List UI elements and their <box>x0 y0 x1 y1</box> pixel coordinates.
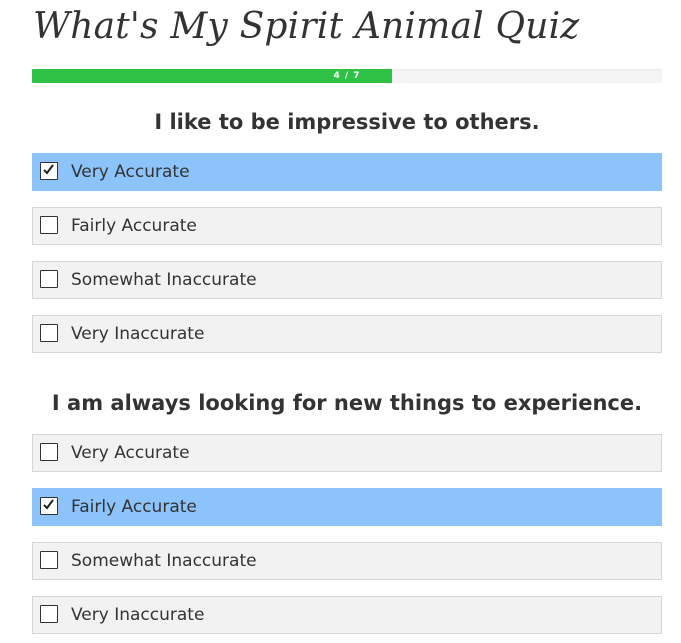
option-label: Very Inaccurate <box>71 324 205 344</box>
question-2-option-very-inaccurate[interactable]: Very Inaccurate <box>32 596 662 634</box>
checkbox-icon[interactable] <box>40 216 58 234</box>
progress-label: 4 / 7 <box>333 71 361 81</box>
checkbox-icon[interactable] <box>40 162 58 180</box>
question-1-option-somewhat-inaccurate[interactable]: Somewhat Inaccurate <box>32 261 662 299</box>
checkbox-icon[interactable] <box>40 605 58 623</box>
quiz-title: What's My Spirit Animal Quiz <box>33 6 580 47</box>
question-1-option-fairly-accurate[interactable]: Fairly Accurate <box>32 207 662 245</box>
question-1-option-very-accurate[interactable]: Very Accurate <box>32 153 662 191</box>
checkbox-icon[interactable] <box>40 443 58 461</box>
checkbox-icon[interactable] <box>40 551 58 569</box>
option-label: Very Accurate <box>71 443 190 463</box>
checkbox-icon[interactable] <box>40 497 58 515</box>
option-label: Very Inaccurate <box>71 605 205 625</box>
question-2: I am always looking for new things to ex… <box>32 388 662 634</box>
question-2-option-very-accurate[interactable]: Very Accurate <box>32 434 662 472</box>
option-label: Very Accurate <box>71 162 190 182</box>
question-1: I like to be impressive to others. Very … <box>32 107 662 353</box>
checkmark-icon <box>43 164 54 175</box>
checkmark-icon <box>43 499 54 510</box>
checkbox-icon[interactable] <box>40 270 58 288</box>
question-2-option-somewhat-inaccurate[interactable]: Somewhat Inaccurate <box>32 542 662 580</box>
option-label: Fairly Accurate <box>71 216 197 236</box>
progress-bar: 4 / 7 <box>32 69 662 83</box>
question-1-text: I like to be impressive to others. <box>154 110 540 134</box>
checkbox-icon[interactable] <box>40 324 58 342</box>
question-2-text: I am always looking for new things to ex… <box>51 391 643 415</box>
option-label: Somewhat Inaccurate <box>71 270 257 290</box>
option-label: Somewhat Inaccurate <box>71 551 257 571</box>
question-1-option-very-inaccurate[interactable]: Very Inaccurate <box>32 315 662 353</box>
option-label: Fairly Accurate <box>71 497 197 517</box>
question-2-option-fairly-accurate[interactable]: Fairly Accurate <box>32 488 662 526</box>
